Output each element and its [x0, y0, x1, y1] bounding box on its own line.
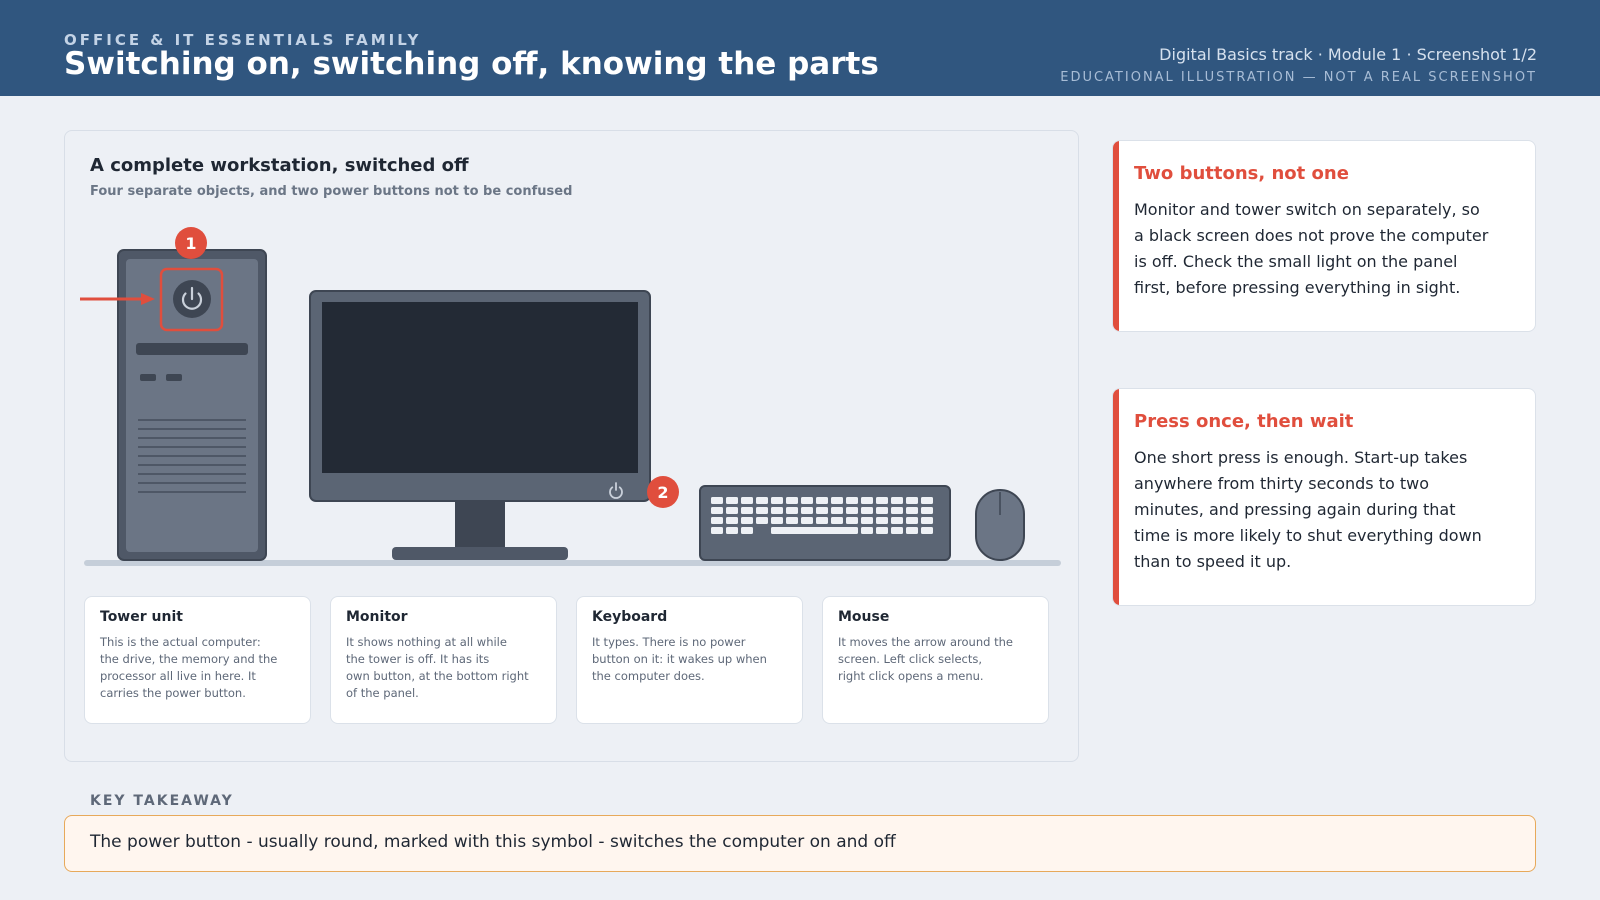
marker-1-label: 1: [185, 234, 196, 253]
part-card-mouse: Mouse It moves the arrow around the scre…: [822, 596, 1049, 724]
workstation-illustration: 1 2: [80, 227, 1061, 566]
part-description: This is the actual computer: the drive, …: [100, 635, 278, 700]
part-description: It shows nothing at all while the tower …: [346, 635, 529, 700]
tip-title: Two buttons, not one: [1134, 163, 1349, 184]
track-label: Digital Basics track · Module 1 · Screen…: [1159, 45, 1537, 64]
mouse: [975, 489, 1025, 561]
part-description: It types. There is no power button on it…: [592, 635, 767, 683]
monitor-base: [392, 547, 568, 560]
tower-power-button[interactable]: [173, 280, 211, 318]
part-name: Mouse: [838, 609, 890, 625]
part-name: Keyboard: [592, 609, 668, 625]
takeaway-box: The power button - usually round, marked…: [64, 815, 1536, 872]
monitor-stand: [455, 501, 505, 548]
takeaway-label: KEY TAKEAWAY: [90, 793, 234, 809]
monitor-screen: [322, 302, 638, 473]
tip-body: One short press is enough. Start-up take…: [1134, 448, 1482, 571]
part-card-monitor: Monitor It shows nothing at all while th…: [330, 596, 557, 724]
marker-2: 2: [647, 476, 679, 508]
part-card-tower: Tower unit This is the actual computer: …: [84, 596, 311, 724]
part-card-keyboard: Keyboard It types. There is no power but…: [576, 596, 803, 724]
part-name: Monitor: [346, 609, 408, 625]
disclaimer-label: EDUCATIONAL ILLUSTRATION — NOT A REAL SC…: [1060, 70, 1537, 85]
takeaway-text: The power button - usually round, marked…: [90, 832, 896, 852]
marker-1: 1: [175, 227, 207, 259]
marker-2-label: 2: [657, 483, 668, 502]
tip-card-two-buttons: Two buttons, not one Monitor and tower s…: [1112, 140, 1536, 332]
tip-body: Monitor and tower switch on separately, …: [1134, 200, 1489, 297]
usb-port: [166, 374, 182, 381]
part-description: It moves the arrow around the screen. Le…: [838, 635, 1013, 683]
tip-card-press-once: Press once, then wait One short press is…: [1112, 388, 1536, 606]
keyboard: [699, 485, 951, 561]
usb-port: [140, 374, 156, 381]
drive-bay: [136, 343, 248, 355]
part-name: Tower unit: [100, 609, 183, 625]
tip-title: Press once, then wait: [1134, 411, 1354, 432]
monitor: [309, 290, 651, 560]
space-bar: [771, 527, 858, 534]
